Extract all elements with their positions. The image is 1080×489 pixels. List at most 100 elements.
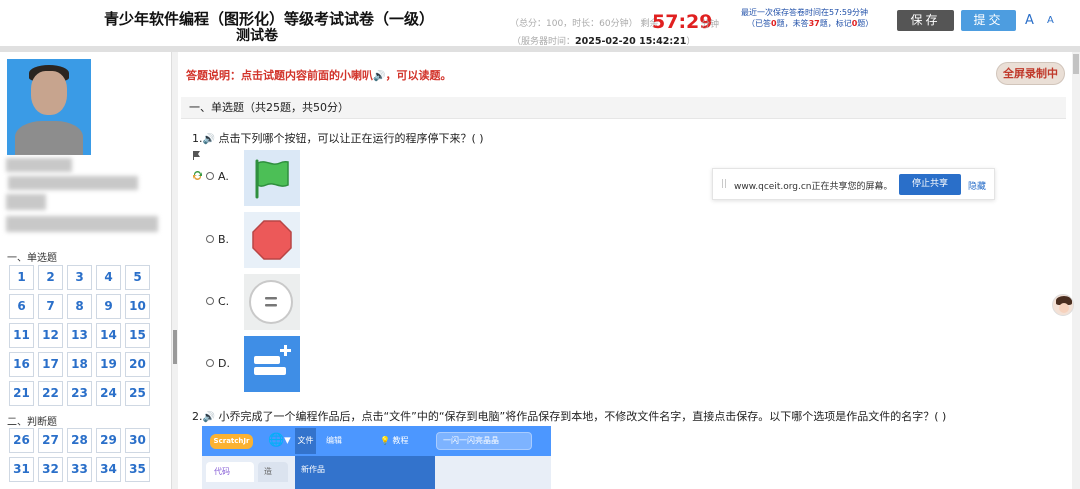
question-nav-button[interactable]: 23 <box>67 381 92 406</box>
question-nav-button[interactable]: 28 <box>67 428 92 453</box>
question-nav-button[interactable]: 7 <box>38 294 63 319</box>
refresh-icon[interactable] <box>192 170 203 184</box>
option-b[interactable]: B. <box>206 233 229 246</box>
costume-tab: 造 <box>258 462 288 482</box>
instruction-suffix: ，可以读题。 <box>385 69 452 82</box>
share-notice-text: www.qceit.org.cn正在共享您的屏幕。 <box>734 182 893 192</box>
drag-handle-icon[interactable]: || <box>721 179 727 189</box>
question-nav-button[interactable]: 26 <box>9 428 34 453</box>
fullscreen-recording-badge[interactable]: 全屏录制中 <box>996 62 1065 85</box>
font-decrease-icon[interactable]: A <box>1047 15 1054 26</box>
question-nav-button[interactable]: 34 <box>96 457 121 482</box>
question-nav-button[interactable]: 8 <box>67 294 92 319</box>
header: 青少年软件编程（图形化）等级考试试卷（一级） 测试卷 （总分：100，时长：60… <box>0 0 1080 47</box>
assistant-avatar-icon[interactable] <box>1052 294 1074 316</box>
question-nav-button[interactable]: 12 <box>38 323 63 348</box>
question-nav-button[interactable]: 33 <box>67 457 92 482</box>
candidate-photo <box>7 59 91 155</box>
submit-button[interactable]: 提交 <box>961 10 1016 31</box>
new-project-item: 新作品 <box>301 465 325 474</box>
option-a[interactable]: A. <box>206 170 229 183</box>
scratch-menu-bar: ScratchJr 🌐▾ 文件 编辑 💡 教程 一闪一闪亮晶晶 <box>202 426 551 456</box>
question-nav-button[interactable]: 4 <box>96 265 121 290</box>
green-flag-icon <box>244 150 300 206</box>
question-2-text: 2.🔊 小乔完成了一个编程作品后，点击“文件”中的“保存到电脑”将作品保存到本地… <box>192 408 946 424</box>
question-nav-button[interactable]: 29 <box>96 428 121 453</box>
main-content: 答题说明：点击试题内容前面的小喇叭 🔊 ，可以读题。 全屏录制中 一、单选题（共25… <box>178 52 1070 489</box>
question-nav-button[interactable]: 35 <box>125 457 150 482</box>
mark-flag-icon[interactable] <box>192 150 202 163</box>
tutorial-menu: 💡 教程 <box>380 435 409 446</box>
question-number: 2. <box>192 410 203 423</box>
question-grid-judge: 26 27 28 29 30 31 32 33 34 35 <box>9 428 150 482</box>
font-increase-icon[interactable]: A <box>1025 13 1034 28</box>
candidate-info-redacted <box>8 176 138 190</box>
main-scrollbar[interactable] <box>1072 52 1080 489</box>
question-nav-button[interactable]: 20 <box>125 352 150 377</box>
question-nav-button[interactable]: 13 <box>67 323 92 348</box>
question-nav-button[interactable]: 18 <box>67 352 92 377</box>
question-number: 1. <box>192 132 203 145</box>
question-nav-button[interactable]: 2 <box>38 265 63 290</box>
stop-sign-icon <box>244 212 300 268</box>
radio-button[interactable] <box>206 297 214 305</box>
lightbulb-icon: 💡 <box>380 436 390 445</box>
stats-prefix: （已答 <box>747 19 771 28</box>
candidate-info-redacted <box>6 158 72 172</box>
question-nav-button[interactable]: 21 <box>9 381 34 406</box>
sidebar-scrollbar-thumb[interactable] <box>173 330 177 364</box>
radio-button[interactable] <box>206 235 214 243</box>
section-title-single: 一、单选题 <box>7 253 57 264</box>
question-nav-button[interactable]: 11 <box>9 323 34 348</box>
main-scrollbar-thumb[interactable] <box>1073 54 1079 74</box>
question-nav-button[interactable]: 15 <box>125 323 150 348</box>
code-tab: 代码 <box>206 462 254 482</box>
question-nav-button[interactable]: 1 <box>9 265 34 290</box>
instruction-main: 答题说明：点击试题内容前面的小喇叭 <box>186 69 373 82</box>
section-header: 一、单选题（共25题，共50分） <box>181 97 1066 119</box>
candidate-info-redacted <box>6 216 158 232</box>
total-score: （总分：100，时长：60分钟） <box>510 19 638 29</box>
question-nav-button[interactable]: 6 <box>9 294 34 319</box>
option-d[interactable]: D. <box>206 357 230 370</box>
question-nav-button[interactable]: 10 <box>125 294 150 319</box>
question-nav-button[interactable]: 14 <box>96 323 121 348</box>
speaker-icon[interactable]: 🔊 <box>203 412 215 423</box>
question-nav-button[interactable]: 27 <box>38 428 63 453</box>
project-title-field: 一闪一闪亮晶晶 <box>436 432 532 450</box>
stop-sharing-button[interactable]: 停止共享 <box>899 174 961 195</box>
equals-button-icon <box>244 274 300 330</box>
stats-mid2: 题，标记 <box>819 19 852 28</box>
candidate-info-redacted <box>6 194 46 210</box>
question-nav-button[interactable]: 25 <box>125 381 150 406</box>
question-stem: 点击下列哪个按钮，可以让正在运行的程序停下来？( ) <box>218 132 484 145</box>
question-nav-button[interactable]: 19 <box>96 352 121 377</box>
question-nav-button[interactable]: 22 <box>38 381 63 406</box>
section-title-judge: 二、判断题 <box>7 417 57 428</box>
file-menu: 文件 <box>295 428 316 454</box>
exam-meta: （总分：100，时长：60分钟） 剩余 <box>510 16 661 29</box>
hide-link[interactable]: 隐藏 <box>968 179 986 192</box>
sidebar: 一、单选题 1 2 3 4 5 6 7 8 9 10 11 12 13 14 15 16 17 18 19 20 21 2… <box>0 52 172 489</box>
question-nav-button[interactable]: 31 <box>9 457 34 482</box>
question-nav-button[interactable]: 5 <box>125 265 150 290</box>
stats-mid1: 题，未答 <box>776 19 809 28</box>
option-c[interactable]: C. <box>206 295 229 308</box>
question-nav-button[interactable]: 30 <box>125 428 150 453</box>
question-nav-button[interactable]: 24 <box>96 381 121 406</box>
question-nav-button[interactable]: 16 <box>9 352 34 377</box>
timer-unit: 分钟 <box>701 20 720 30</box>
last-save-info: 最近一次保存答卷时间在57:59分钟 <box>741 8 869 17</box>
question-grid-single: 1 2 3 4 5 6 7 8 9 10 11 12 13 14 15 16 17 18 19 20 21 22 23 24 2… <box>9 265 150 406</box>
save-button[interactable]: 保存 <box>897 10 954 31</box>
answer-stats: （已答0题，未答37题，标记0题） <box>747 18 873 29</box>
question-nav-button[interactable]: 17 <box>38 352 63 377</box>
question-nav-button[interactable]: 9 <box>96 294 121 319</box>
question-1-text: 1.🔊 点击下列哪个按钮，可以让正在运行的程序停下来？( ) <box>192 130 484 146</box>
question-nav-button[interactable]: 3 <box>67 265 92 290</box>
question-nav-button[interactable]: 32 <box>38 457 63 482</box>
radio-button[interactable] <box>206 172 214 180</box>
speaker-icon[interactable]: 🔊 <box>203 134 215 145</box>
stats-suffix: 题） <box>857 19 874 28</box>
radio-button[interactable] <box>206 359 214 367</box>
